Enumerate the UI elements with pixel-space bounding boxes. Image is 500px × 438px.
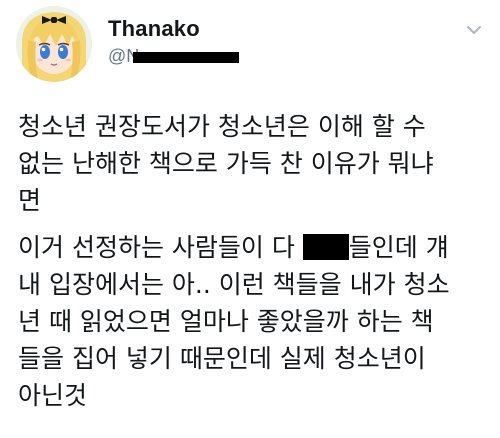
- chevron-down-icon[interactable]: [464, 20, 484, 40]
- tweet-paragraph-1: 청소년 권장도서가 청소년은 이해 할 수 없는 난해한 책으로 가득 찬 이유…: [18, 112, 434, 215]
- handle-redaction-bar: [133, 52, 239, 63]
- tweet-card: Thanako @Ne 청소년 권장도서가 청소년은 이해 할 수 없는 난해한…: [0, 0, 500, 438]
- avatar[interactable]: [16, 6, 92, 82]
- tweet-paragraph-2: 이거 선정하는 사람들이 다 들인데 걔 내 입장에서는 아.. 이런 책들을 …: [18, 229, 488, 414]
- avatar-image: [16, 6, 92, 82]
- tweet-text: 청소년 권장도서가 청소년은 이해 할 수 없는 난해한 책으로 가득 찬 이유…: [18, 108, 488, 414]
- paragraph-2-before-redaction: 이거 선정하는 사람들이 다: [18, 233, 303, 262]
- text-redaction-bar: [302, 234, 349, 260]
- tweet-header: Thanako @Ne: [16, 6, 486, 82]
- author-display-name[interactable]: Thanako: [108, 16, 200, 42]
- author-handle-wrap: @Ne: [108, 46, 239, 70]
